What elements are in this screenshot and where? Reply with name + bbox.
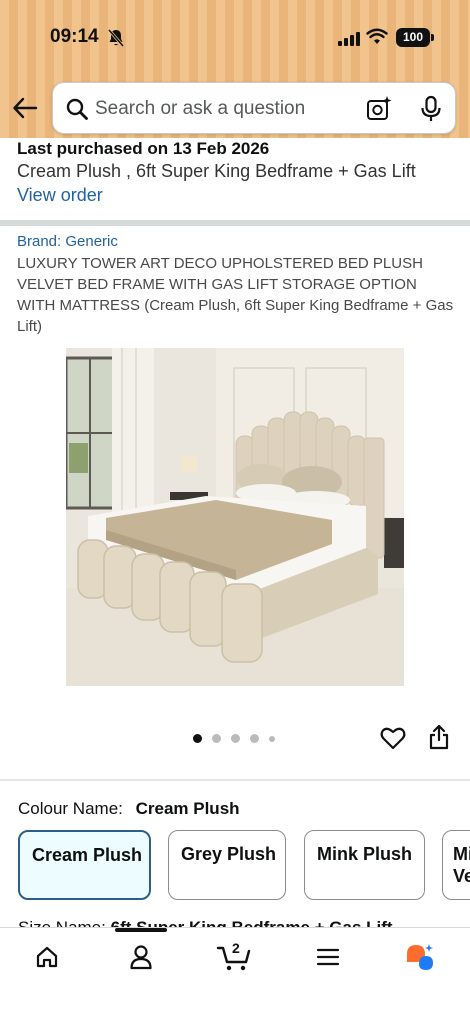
status-time: 09:14 [50, 26, 99, 47]
nav-active-indicator [115, 928, 167, 932]
section-divider [0, 220, 470, 226]
carousel-dot[interactable] [231, 734, 240, 743]
colour-option-label: Mink Plush [317, 844, 413, 864]
rufus-icon [407, 944, 433, 970]
product-title: LUXURY TOWER ART DECO UPHOLSTERED BED PL… [17, 255, 454, 335]
view-order-link[interactable]: View order [17, 185, 103, 206]
cart-count-badge: 2 [232, 940, 240, 956]
last-purchased-banner: Last purchased on 13 Feb 2026 Cream Plus… [0, 138, 470, 220]
colour-selected-value: Cream Plush [135, 799, 240, 818]
nav-menu[interactable] [308, 940, 348, 974]
carousel-dot[interactable] [269, 735, 275, 742]
nav-home[interactable] [27, 940, 67, 974]
wifi-icon [366, 28, 388, 44]
last-purchased-item: Cream Plush , 6ft Super King Bedframe + … [17, 161, 416, 181]
colour-option-label: Cream Plush [32, 845, 143, 865]
colour-option-grey-plush[interactable]: Grey Plush [168, 830, 286, 900]
brand-link[interactable]: Brand: Generic [17, 233, 118, 250]
battery-indicator: 100 [396, 28, 430, 47]
search-icon [66, 98, 88, 120]
heart-icon[interactable] [380, 725, 406, 751]
colour-option-cream-plush[interactable]: Cream Plush [18, 830, 151, 900]
search-bar[interactable] [52, 82, 456, 134]
search-input[interactable] [95, 93, 355, 125]
carousel-dot[interactable] [250, 734, 259, 743]
back-arrow-icon[interactable] [12, 95, 38, 121]
last-purchased-title: Last purchased on 13 Feb 2026 [17, 139, 270, 158]
colour-option-label: Mink Velvet [453, 844, 470, 886]
account-icon [130, 945, 152, 970]
section-divider [0, 779, 470, 781]
nav-rufus[interactable] [400, 940, 440, 974]
colour-name-row: Colour Name: Cream Plush [18, 799, 240, 819]
cell-signal-icon [338, 30, 360, 46]
colour-option-label: Grey Plush [181, 844, 277, 864]
product-image[interactable] [66, 348, 404, 686]
header: 09:14 100 [0, 0, 470, 142]
nav-account[interactable] [121, 940, 161, 974]
mic-icon[interactable] [419, 95, 443, 123]
share-icon[interactable] [428, 724, 450, 750]
colour-label: Colour Name: [18, 799, 123, 818]
battery-tip [431, 34, 434, 41]
status-bar: 09:14 100 [0, 0, 470, 76]
carousel-dot[interactable] [212, 734, 221, 743]
bell-muted-icon [107, 29, 125, 47]
camera-icon[interactable] [365, 95, 393, 123]
colour-option-mink-velvet[interactable]: Mink Velvet [442, 830, 470, 900]
colour-option-mink-plush[interactable]: Mink Plush [304, 830, 425, 900]
home-icon [36, 946, 58, 968]
menu-icon [316, 948, 340, 966]
carousel-dot[interactable] [193, 734, 202, 743]
